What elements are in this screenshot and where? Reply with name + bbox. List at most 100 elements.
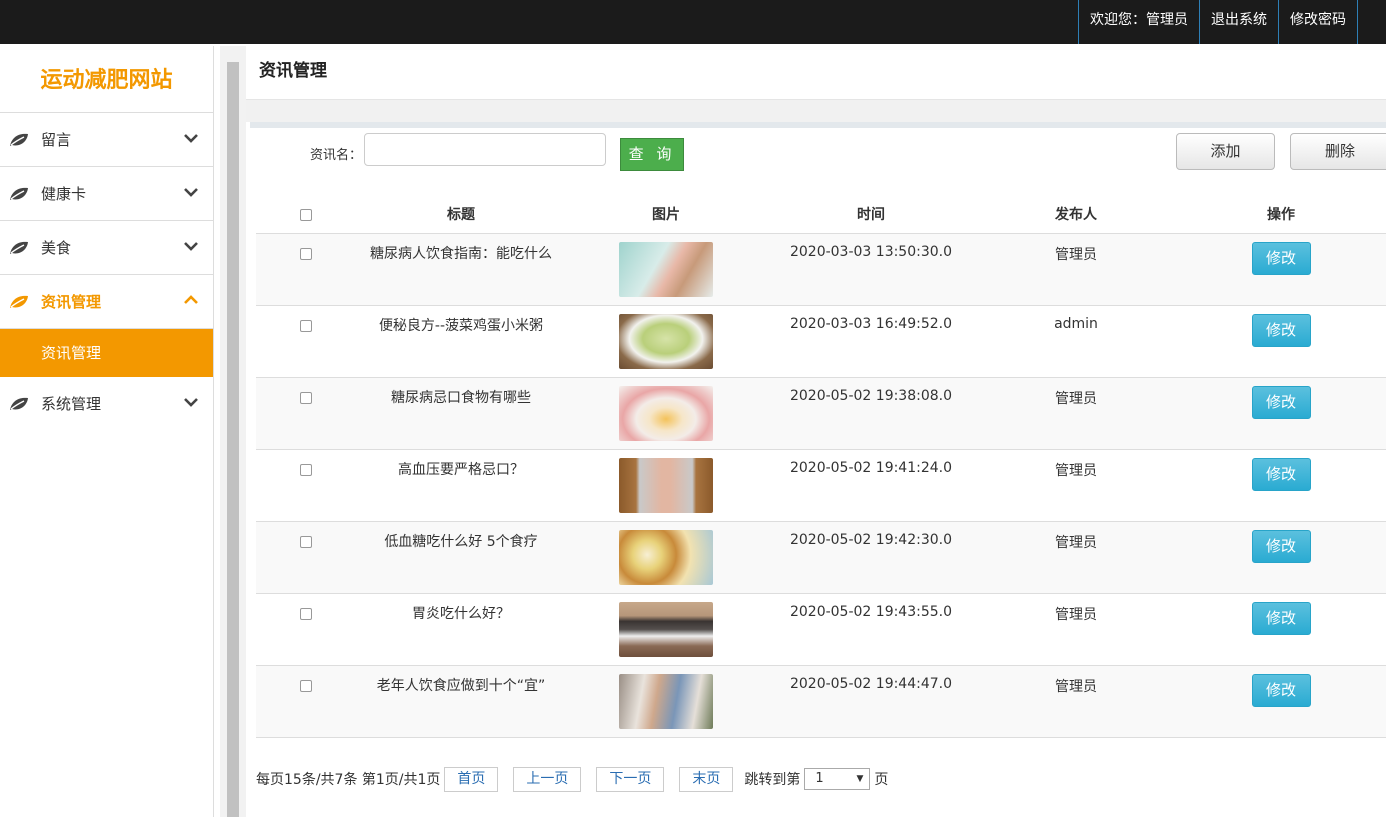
news-thumbnail	[619, 530, 713, 585]
table-row: 高血压要严格忌口？ 2020-05-02 19:41:24.0 管理员 修改	[256, 450, 1386, 522]
sidebar-item-news-management[interactable]: 资讯管理	[0, 275, 213, 329]
row-time: 2020-05-02 19:43:55.0	[789, 604, 953, 620]
edit-button[interactable]: 修改	[1251, 242, 1311, 275]
row-publisher: 管理员	[1055, 679, 1097, 695]
news-thumbnail	[619, 458, 713, 513]
edit-button[interactable]: 修改	[1251, 674, 1311, 707]
sidebar-item-label: 系统管理	[41, 395, 102, 413]
welcome-user-link[interactable]: 欢迎您：管理员	[1078, 0, 1199, 44]
page-suffix: 页	[874, 772, 889, 788]
search-label: 资讯名：	[310, 148, 363, 163]
row-publisher: 管理员	[1055, 247, 1097, 263]
row-publisher: 管理员	[1055, 535, 1097, 551]
edit-button[interactable]: 修改	[1251, 314, 1311, 347]
chevron-up-icon	[183, 294, 199, 310]
row-publisher: 管理员	[1055, 607, 1097, 623]
page-select-value: 1	[815, 771, 824, 786]
row-checkbox[interactable]	[300, 608, 312, 620]
add-button[interactable]: 添加	[1176, 133, 1275, 170]
row-time: 2020-03-03 13:50:30.0	[789, 244, 953, 260]
row-time: 2020-03-03 16:49:52.0	[789, 316, 953, 332]
table-row: 糖尿病忌口食物有哪些 2020-05-02 19:38:08.0 管理员 修改	[256, 378, 1386, 450]
logout-link[interactable]: 退出系统	[1199, 0, 1278, 44]
sidebar-item-system-management[interactable]: 系统管理	[0, 377, 213, 431]
leaf-icon	[8, 132, 30, 152]
table-header: 标题 图片 时间 发布人 操作	[256, 196, 1386, 234]
last-page-button[interactable]: 末页	[679, 766, 734, 792]
page-title: 资讯管理	[246, 46, 1386, 100]
leaf-icon	[8, 240, 30, 260]
row-checkbox[interactable]	[300, 392, 312, 404]
row-time: 2020-05-02 19:44:47.0	[789, 676, 953, 692]
row-title: 低血糖吃什么好 5个食疗	[384, 534, 538, 550]
chevron-down-icon	[183, 240, 199, 256]
scrollbar-thumb[interactable]	[227, 62, 239, 817]
row-time: 2020-05-02 19:42:30.0	[789, 532, 953, 548]
row-title: 老年人饮食应做到十个“宜”	[376, 678, 546, 694]
top-bar: 欢迎您：管理员 退出系统 修改密码	[0, 0, 1386, 44]
submenu-item-news-management[interactable]: 资讯管理	[0, 329, 213, 377]
edit-button[interactable]: 修改	[1251, 386, 1311, 419]
edit-button[interactable]: 修改	[1251, 458, 1311, 491]
first-page-button[interactable]: 首页	[444, 766, 499, 792]
edit-button[interactable]: 修改	[1251, 602, 1311, 635]
chevron-down-icon	[183, 396, 199, 412]
pagination: 每页15条/共7条 第1页/共1页 首页 上一页 下一页 末页 跳转到第 1 ▼…	[256, 766, 888, 792]
row-checkbox[interactable]	[300, 680, 312, 692]
site-brand: 运动减肥网站	[0, 46, 213, 113]
dropdown-arrow-icon: ▼	[856, 774, 864, 784]
edit-button[interactable]: 修改	[1251, 530, 1311, 563]
column-header-publisher: 发布人	[1055, 207, 1097, 223]
sidebar-item-label: 留言	[41, 131, 72, 149]
sidebar-item-health-card[interactable]: 健康卡	[0, 167, 213, 221]
search-button[interactable]: 查 询	[620, 138, 684, 171]
row-publisher: 管理员	[1055, 391, 1097, 407]
row-time: 2020-05-02 19:38:08.0	[789, 388, 953, 404]
scrollbar-track[interactable]	[220, 46, 246, 817]
table-row: 低血糖吃什么好 5个食疗 2020-05-02 19:42:30.0 管理员 修…	[256, 522, 1386, 594]
change-password-link[interactable]: 修改密码	[1278, 0, 1358, 44]
chevron-down-icon	[183, 132, 199, 148]
sidebar-item-messages[interactable]: 留言	[0, 113, 213, 167]
news-thumbnail	[619, 242, 713, 297]
sidebar-item-label: 美食	[41, 239, 72, 257]
prev-page-button[interactable]: 上一页	[513, 766, 582, 792]
row-publisher: 管理员	[1055, 463, 1097, 479]
row-time: 2020-05-02 19:41:24.0	[789, 460, 953, 476]
top-links: 欢迎您：管理员 退出系统 修改密码	[1078, 0, 1358, 44]
news-thumbnail	[619, 674, 713, 729]
row-checkbox[interactable]	[300, 320, 312, 332]
main-content: 资讯管理 资讯名： 查 询 添加 删除 标题 图片 时间 发布人 操作 糖尿病人…	[246, 46, 1386, 817]
page-select[interactable]: 1 ▼	[804, 768, 871, 790]
jump-label: 跳转到第	[744, 772, 801, 788]
leaf-icon	[8, 186, 30, 206]
table-row: 胃炎吃什么好？ 2020-05-02 19:43:55.0 管理员 修改	[256, 594, 1386, 666]
sidebar: 运动减肥网站 留言 健康卡 美食 资讯管理 资讯管理 系统管理	[0, 46, 214, 817]
next-page-button[interactable]: 下一页	[596, 766, 665, 792]
row-checkbox[interactable]	[300, 248, 312, 260]
sidebar-item-label: 健康卡	[41, 185, 87, 203]
select-all-checkbox[interactable]	[300, 209, 312, 221]
news-table: 标题 图片 时间 发布人 操作 糖尿病人饮食指南：能吃什么 2020-03-03…	[256, 196, 1386, 738]
pagination-summary: 每页15条/共7条 第1页/共1页	[256, 772, 441, 788]
sidebar-item-food[interactable]: 美食	[0, 221, 213, 275]
column-header-image: 图片	[652, 207, 680, 223]
news-thumbnail	[619, 602, 713, 657]
row-title: 高血压要严格忌口？	[398, 462, 524, 478]
table-body: 糖尿病人饮食指南：能吃什么 2020-03-03 13:50:30.0 管理员 …	[256, 234, 1386, 738]
news-thumbnail	[619, 386, 713, 441]
delete-button[interactable]: 删除	[1290, 133, 1386, 170]
chevron-down-icon	[183, 186, 199, 202]
table-row: 便秘良方--菠菜鸡蛋小米粥 2020-03-03 16:49:52.0 admi…	[256, 306, 1386, 378]
news-thumbnail	[619, 314, 713, 369]
leaf-icon	[8, 396, 30, 416]
search-input[interactable]	[364, 133, 606, 166]
table-row: 老年人饮食应做到十个“宜” 2020-05-02 19:44:47.0 管理员 …	[256, 666, 1386, 738]
toolbar-divider	[250, 122, 1386, 128]
row-title: 胃炎吃什么好？	[412, 606, 510, 622]
row-publisher: admin	[1054, 316, 1098, 332]
table-row: 糖尿病人饮食指南：能吃什么 2020-03-03 13:50:30.0 管理员 …	[256, 234, 1386, 306]
row-title: 便秘良方--菠菜鸡蛋小米粥	[378, 318, 544, 334]
row-checkbox[interactable]	[300, 464, 312, 476]
row-checkbox[interactable]	[300, 536, 312, 548]
